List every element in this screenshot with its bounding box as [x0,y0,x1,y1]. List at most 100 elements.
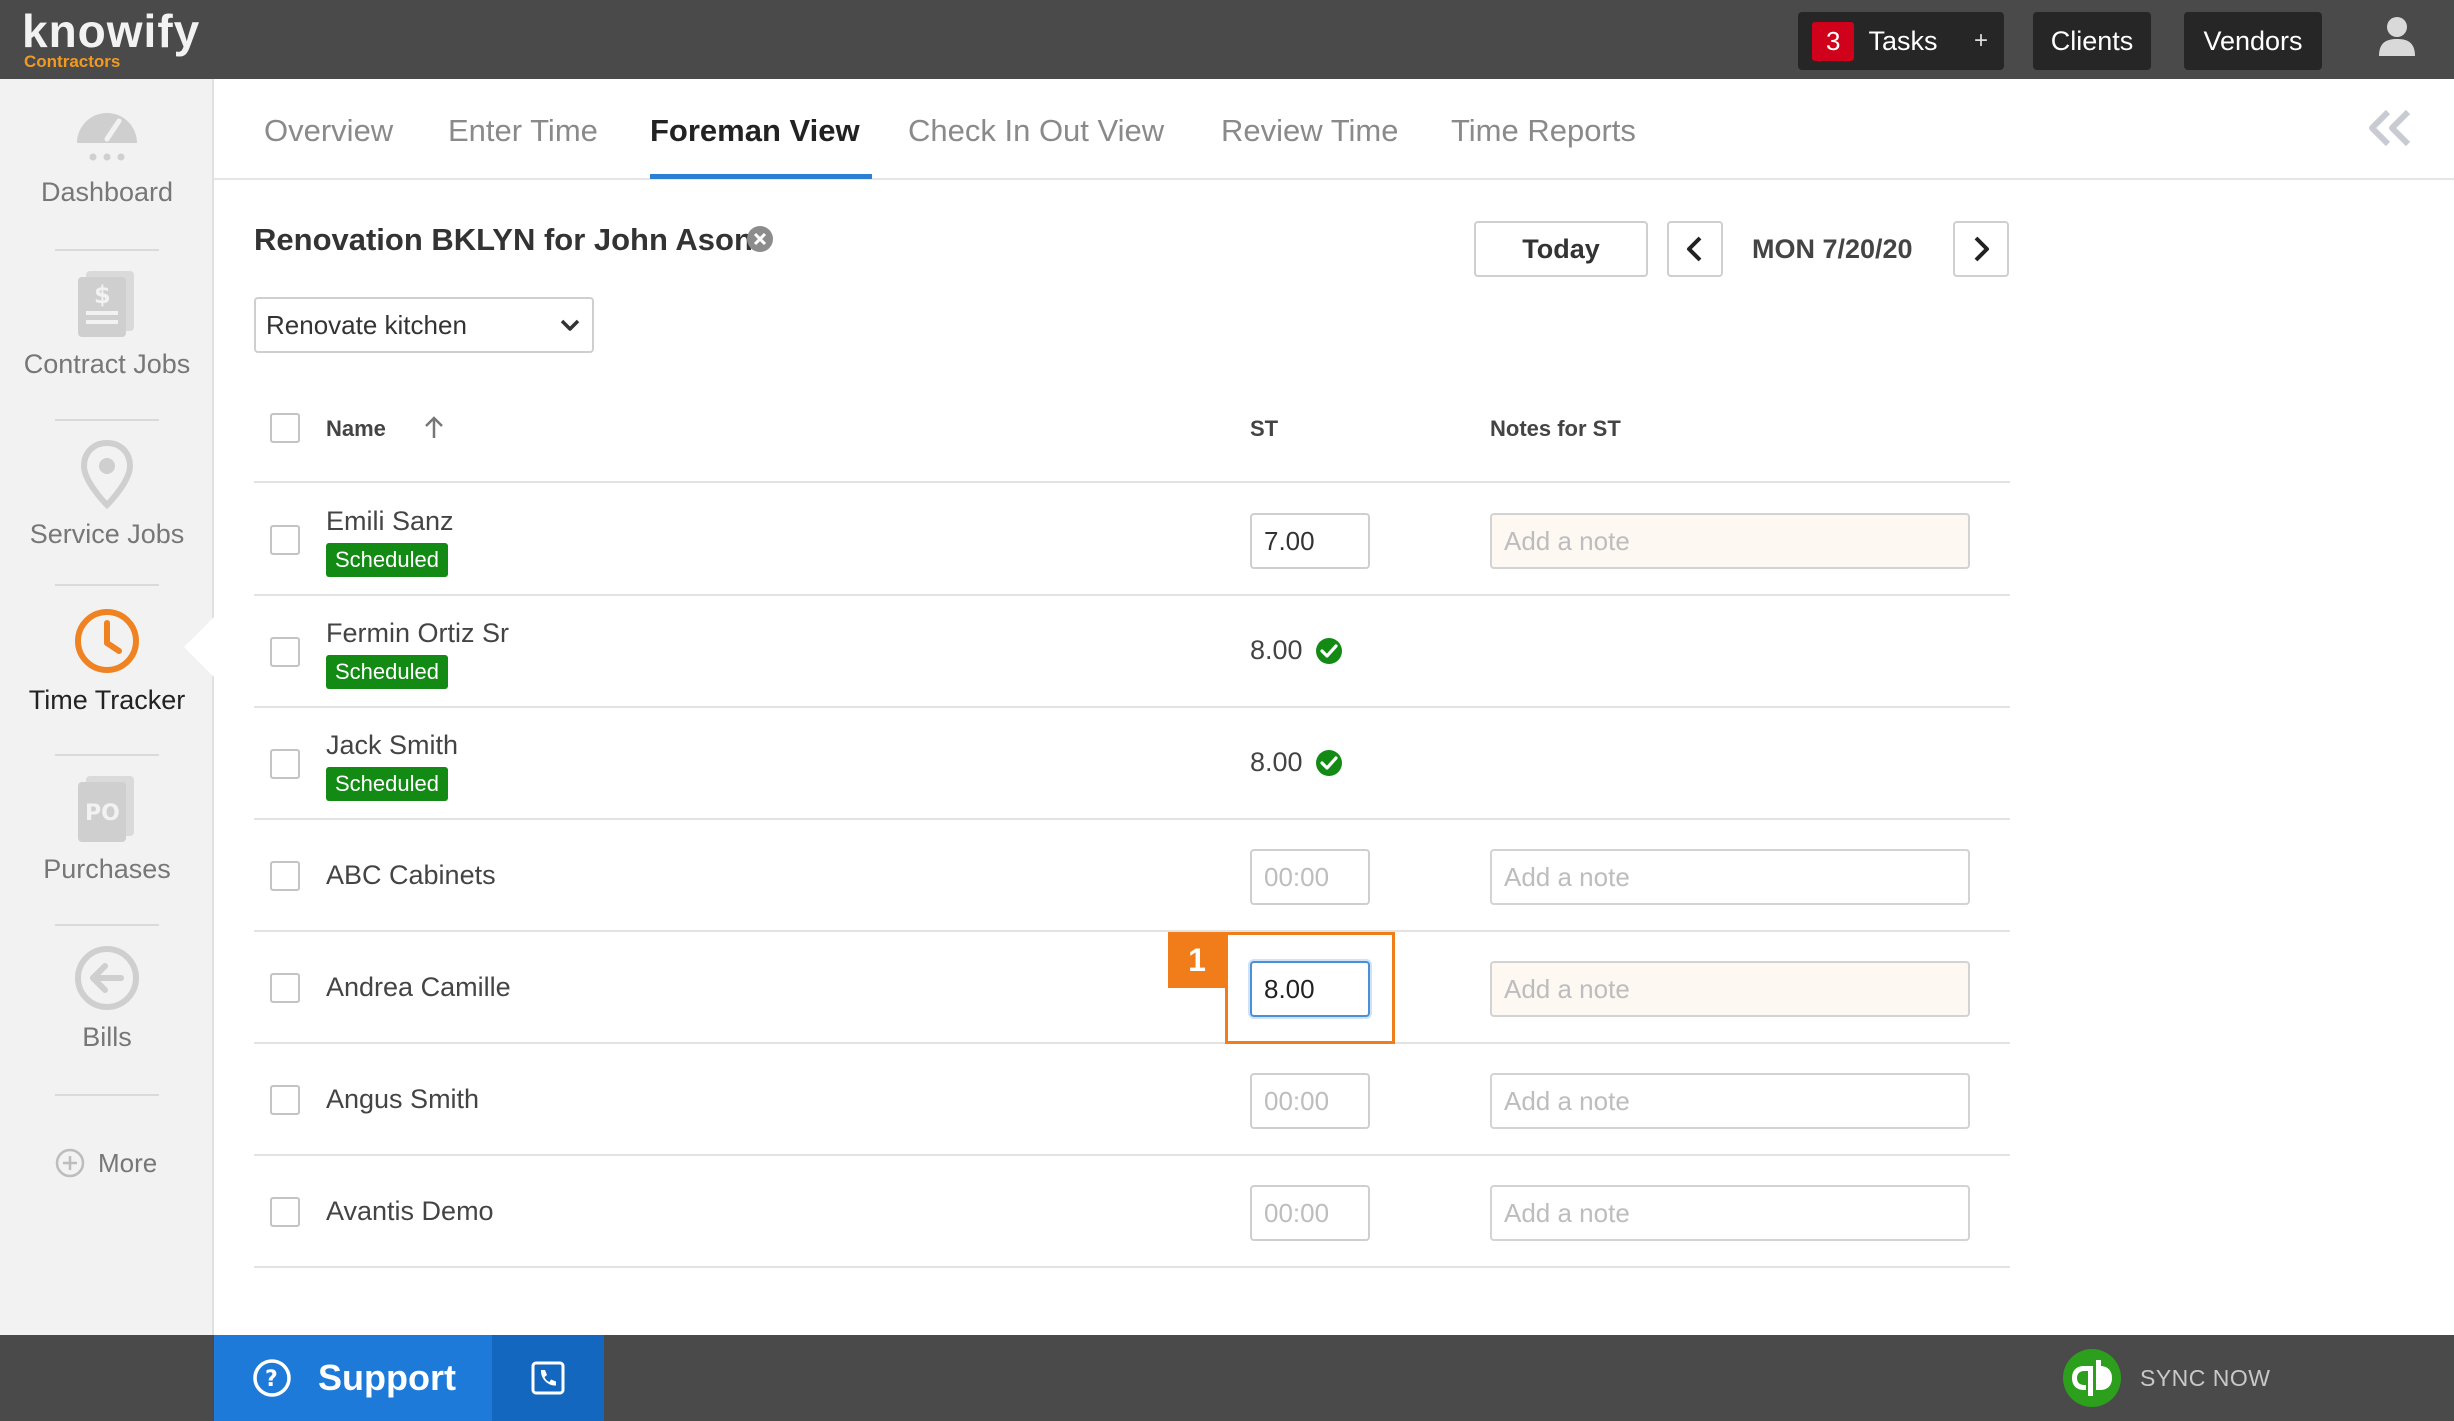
user-icon[interactable] [2375,14,2419,58]
svg-text:?: ? [265,1367,278,1392]
status-badge: Scheduled [326,767,448,801]
sidebar-divider [55,1094,159,1096]
name-column-header[interactable]: Name [326,416,386,442]
row-checkbox[interactable] [270,861,300,891]
row-checkbox[interactable] [270,973,300,1003]
logo-subtitle: Contractors [24,52,121,71]
st-note-input[interactable]: Add a note [1490,513,1970,569]
row-checkbox[interactable] [270,525,300,555]
chevron-right-icon [1974,236,1989,262]
row-divider [254,706,2010,708]
task-select[interactable]: Renovate kitchen [254,297,594,353]
st-hours-input[interactable]: 7.00 [1250,513,1370,569]
row-checkbox[interactable] [270,1197,300,1227]
clear-job-icon[interactable] [746,225,774,253]
tab-bar: Overview Enter Time Foreman View Check I… [214,79,2454,180]
sidebar-item-time-tracker[interactable]: Time Tracker [0,607,214,716]
st-hours-text: 8.00 [1250,747,1303,777]
sort-ascending-icon[interactable] [422,414,446,440]
clients-button[interactable]: Clients [2033,12,2151,70]
tab-check-in-out-view[interactable]: Check In Out View [908,113,1164,149]
st-note-input[interactable]: Add a note [1490,849,1970,905]
next-day-button[interactable] [1953,221,2009,277]
person-name: Avantis Demo [326,1196,494,1226]
top-bar: knowify Contractors 3 Tasks + Clients Ve… [0,0,2454,79]
collapse-double-chevron-icon[interactable] [2364,108,2414,148]
phone-icon [531,1361,565,1395]
sidebar-item-label: Time Tracker [28,685,186,715]
check-circle-icon [1315,749,1342,776]
person-name: Andrea Camille [326,972,511,1002]
st-column-header: ST [1250,416,1279,441]
tasks-label: Tasks [1868,25,1938,56]
sidebar-item-label: Dashboard [40,177,174,207]
sidebar-item-label: Contract Jobs [23,349,191,379]
person-name: Emili Sanz [326,506,454,536]
person-name: Jack Smith [326,730,459,760]
more-label: More [98,1147,158,1178]
tab-overview[interactable]: Overview [264,113,393,149]
chevron-left-icon [1687,236,1702,262]
sidebar-divider [55,584,159,586]
row-checkbox[interactable] [270,637,300,667]
person-name: Angus Smith [326,1084,480,1114]
tab-time-reports[interactable]: Time Reports [1451,113,1636,149]
tasks-button[interactable]: 3 Tasks + [1798,12,2004,70]
row-divider [254,1154,2010,1156]
sidebar-item-service-jobs[interactable]: Service Jobs [0,439,214,550]
sidebar-item-contract-jobs[interactable]: $ Contract Jobs [0,269,214,380]
call-support-button[interactable] [492,1335,604,1421]
st-hours-input[interactable]: 00:00 [1250,849,1370,905]
sidebar-divider [55,419,159,421]
vendors-button[interactable]: Vendors [2184,12,2322,70]
today-button[interactable]: Today [1474,221,1648,277]
footer-bar: ? Support SYNC NOW [0,1335,2454,1421]
row-divider [254,594,2010,596]
row-divider [254,1266,2010,1268]
help-circle-icon: ? [253,1359,291,1397]
add-task-icon[interactable]: + [1974,27,1988,55]
sidebar-item-dashboard[interactable]: Dashboard [0,99,214,208]
svg-text:$: $ [94,281,111,309]
st-note-input[interactable]: Add a note [1490,961,1970,1017]
sidebar-item-bills[interactable]: Bills [0,944,214,1053]
st-note-input[interactable]: Add a note [1490,1073,1970,1129]
sidebar-more[interactable]: More [54,1147,157,1179]
select-all-checkbox[interactable] [270,413,300,443]
row-divider [254,818,2010,820]
plus-circle-icon [55,1148,85,1178]
person-name: Fermin Ortiz Sr [326,618,510,648]
row-checkbox[interactable] [270,749,300,779]
row-checkbox[interactable] [270,1085,300,1115]
previous-day-button[interactable] [1667,221,1723,277]
st-hours-input[interactable]: 00:00 [1250,1073,1370,1129]
sidebar-divider [55,249,159,251]
sync-now-button[interactable]: SYNC NOW [2140,1365,2271,1392]
status-badge: Scheduled [326,543,448,577]
knowify-logo[interactable]: knowify Contractors [22,5,201,71]
sidebar-item-label: Service Jobs [29,519,185,549]
support-button[interactable]: ? Support [214,1335,492,1421]
sidebar-item-label: Bills [82,1022,132,1052]
row-divider [254,1042,2010,1044]
sidebar-item-purchases[interactable]: PO Purchases [0,774,214,885]
active-item-pointer [184,617,214,677]
current-date: MON 7/20/20 [1752,234,1913,264]
clock-icon [75,609,139,673]
tab-foreman-view[interactable]: Foreman View [650,113,860,149]
row-divider [254,481,2010,483]
chevron-down-icon [560,319,580,331]
gauge-icon [77,113,137,161]
st-hours-value: 8.00 [1250,747,1343,778]
map-pin-icon [80,439,134,509]
quickbooks-icon[interactable] [2062,1348,2122,1408]
st-note-input[interactable]: Add a note [1490,1185,1970,1241]
tab-enter-time[interactable]: Enter Time [448,113,598,149]
st-hours-input[interactable]: 00:00 [1250,1185,1370,1241]
support-label: Support [318,1357,456,1398]
sidebar-divider [55,754,159,756]
logo-wordmark: knowify [22,5,201,57]
document-dollar-icon: $ [78,271,134,337]
tab-review-time[interactable]: Review Time [1221,113,1398,149]
st-hours-value: 8.00 [1250,635,1343,666]
